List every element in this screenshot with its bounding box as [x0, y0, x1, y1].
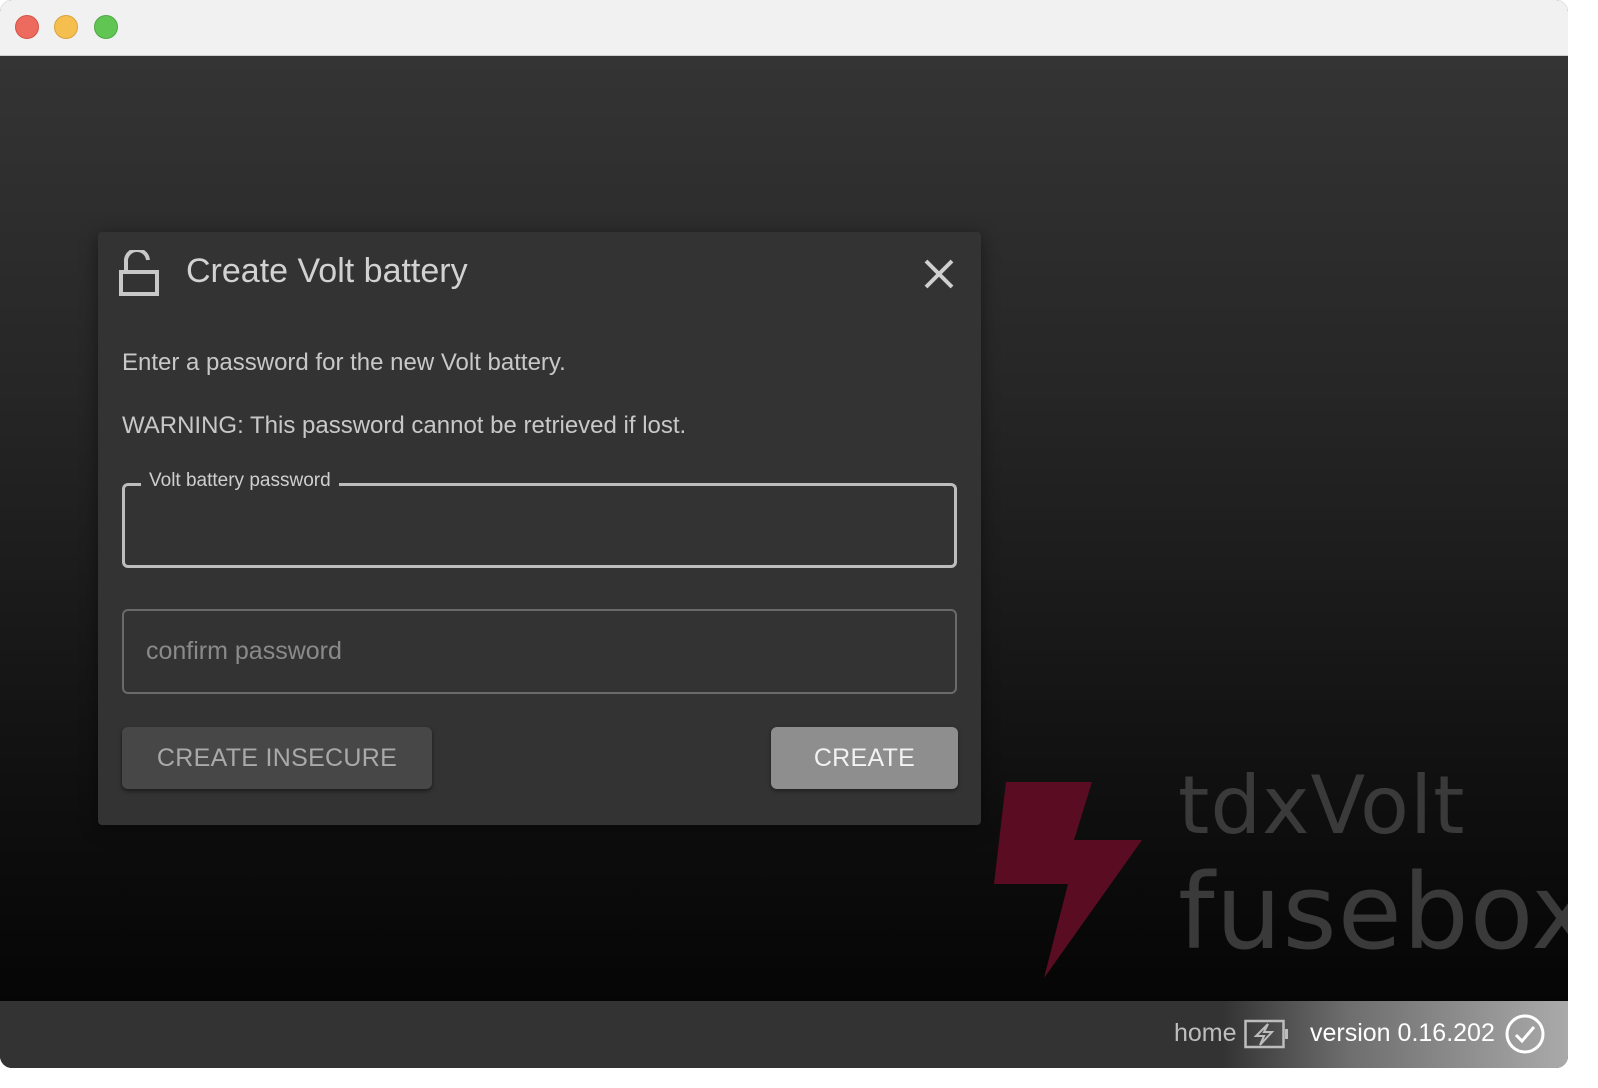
create-insecure-button[interactable]: CREATE INSECURE — [122, 727, 432, 789]
unlock-icon — [119, 250, 159, 296]
brand-line-2: fusebox — [1178, 851, 1568, 973]
brand-logo-text: tdxVolt fusebox — [1178, 759, 1568, 973]
app-window: tdxVolt fusebox Create Volt battery Ente… — [0, 0, 1568, 1068]
bolt-logo-icon — [994, 782, 1142, 978]
zoom-window-button[interactable] — [94, 15, 118, 39]
brand-line-1: tdxVolt — [1178, 759, 1466, 852]
status-bar: home version 0.16.202 — [0, 1001, 1568, 1068]
main-content: tdxVolt fusebox Create Volt battery Ente… — [0, 56, 1568, 1001]
close-window-button[interactable] — [15, 15, 39, 39]
dialog-warning: WARNING: This password cannot be retriev… — [122, 412, 687, 439]
dialog-message: Enter a password for the new Volt batter… — [122, 349, 566, 376]
password-field: Volt battery password — [122, 470, 957, 568]
password-input[interactable] — [125, 486, 954, 565]
check-circle-icon[interactable] — [1504, 1013, 1546, 1055]
confirm-password-input[interactable] — [124, 611, 955, 692]
status-location: home — [1174, 1019, 1237, 1047]
version-label: version 0.16.202 — [1310, 1019, 1495, 1047]
confirm-password-field — [122, 609, 957, 694]
close-icon[interactable] — [918, 253, 960, 295]
title-bar — [0, 0, 1568, 56]
create-battery-dialog: Create Volt battery Enter a password for… — [98, 232, 981, 825]
battery-icon — [1244, 1019, 1288, 1049]
dialog-title: Create Volt battery — [186, 252, 468, 290]
minimize-window-button[interactable] — [54, 15, 78, 39]
create-button[interactable]: CREATE — [771, 727, 958, 789]
